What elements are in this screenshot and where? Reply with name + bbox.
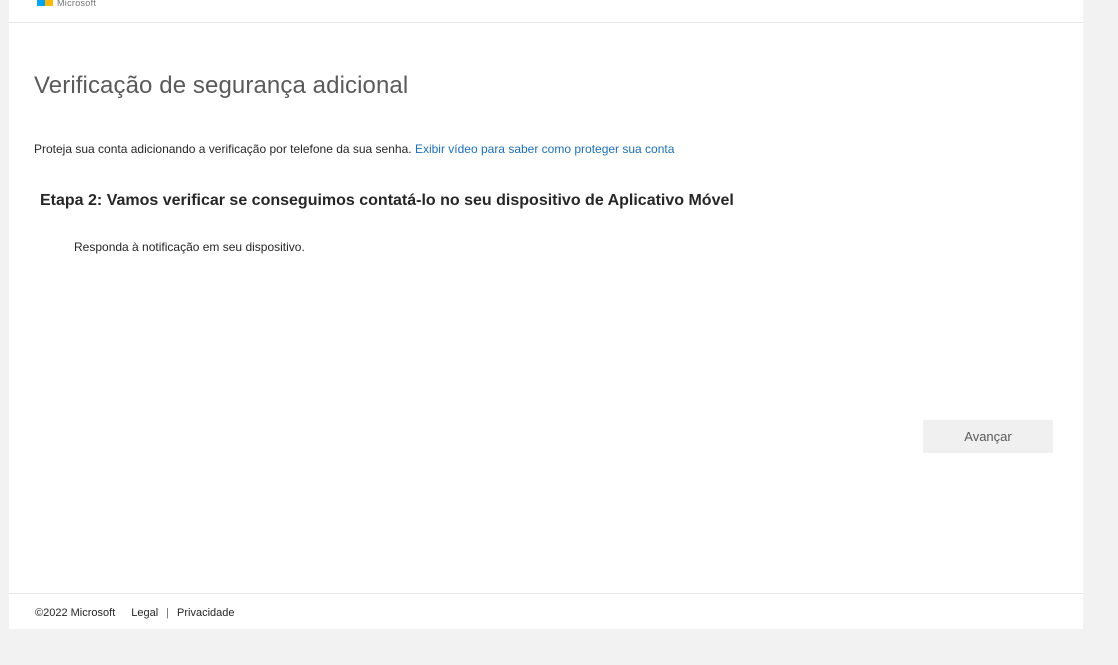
legal-link[interactable]: Legal xyxy=(131,607,158,619)
step-heading: Etapa 2: Vamos verificar se conseguimos … xyxy=(40,192,734,209)
intro-text: Proteja sua conta adicionando a verifica… xyxy=(34,142,415,156)
intro-paragraph: Proteja sua conta adicionando a verifica… xyxy=(34,142,674,156)
footer-separator: | xyxy=(166,607,170,619)
microsoft-logo-icon xyxy=(37,0,53,6)
page-title: Verificação de segurança adicional xyxy=(34,72,409,99)
main-card: Microsoft Verificação de segurança adici… xyxy=(9,0,1083,629)
microsoft-logo: Microsoft xyxy=(37,0,96,6)
logo-text: Microsoft xyxy=(57,0,97,6)
copyright-text: ©2022 Microsoft xyxy=(35,607,116,619)
video-help-link[interactable]: Exibir vídeo para saber como proteger su… xyxy=(415,142,674,156)
instruction-text: Responda à notificação em seu dispositiv… xyxy=(74,240,305,254)
next-button[interactable]: Avançar xyxy=(923,420,1053,453)
privacy-link[interactable]: Privacidade xyxy=(177,607,234,619)
footer: ©2022 Microsoft Legal | Privacidade xyxy=(9,593,1083,629)
header-bar: Microsoft xyxy=(9,0,1083,23)
footer-links: ©2022 Microsoft Legal | Privacidade xyxy=(35,607,235,619)
